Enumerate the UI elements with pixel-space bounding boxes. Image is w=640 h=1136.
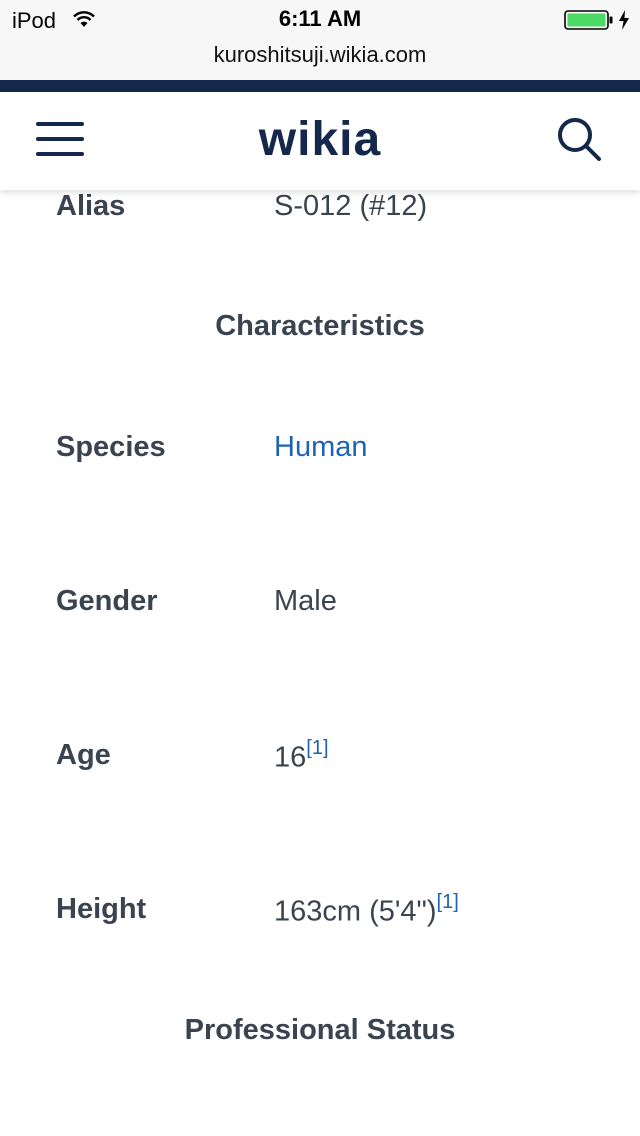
brand-stripe	[0, 80, 640, 92]
infobox-row-alias: Alias S-012 (#12)	[0, 190, 640, 230]
height-reference-link[interactable]: [1]	[437, 891, 459, 913]
alias-value: S-012 (#12)	[274, 190, 428, 222]
professional-status-heading: Professional Status	[184, 1014, 456, 1046]
infobox: Alias S-012 (#12) Characteristics Specie…	[0, 190, 640, 1136]
site-header: wikia	[0, 92, 640, 190]
clock: 6:11 AM	[278, 6, 362, 31]
search-icon[interactable]	[556, 116, 602, 162]
age-reference-link[interactable]: [1]	[306, 737, 328, 759]
age-value-container: 16[1]	[274, 737, 329, 775]
height-value: 163cm (5'4")	[274, 895, 437, 928]
alias-label: Alias	[56, 190, 126, 222]
age-value: 16	[274, 741, 307, 774]
species-label: Species	[56, 431, 166, 463]
page: iPod 6:11 AM kuroshitsuji.wikia.com wiki…	[0, 0, 640, 1136]
age-label: Age	[56, 739, 111, 771]
infobox-row-gender: Gender Male	[0, 585, 640, 625]
infobox-row-age: Age 16[1]	[0, 737, 640, 779]
gender-value: Male	[274, 585, 337, 617]
battery-icon	[564, 10, 613, 30]
infobox-row-species: Species Human	[0, 431, 640, 471]
wikia-logo[interactable]: wikia	[0, 112, 640, 167]
address-bar-url[interactable]: kuroshitsuji.wikia.com	[0, 42, 640, 68]
infobox-row-height: Height 163cm (5'4")[1]	[0, 891, 640, 933]
height-label: Height	[56, 893, 147, 925]
gender-label: Gender	[56, 585, 158, 617]
species-link[interactable]: Human	[274, 431, 368, 464]
height-value-container: 163cm (5'4")[1]	[274, 891, 459, 929]
status-bar: iPod 6:11 AM kuroshitsuji.wikia.com	[0, 0, 640, 80]
charging-icon	[619, 10, 629, 30]
characteristics-heading: Characteristics	[215, 310, 425, 342]
